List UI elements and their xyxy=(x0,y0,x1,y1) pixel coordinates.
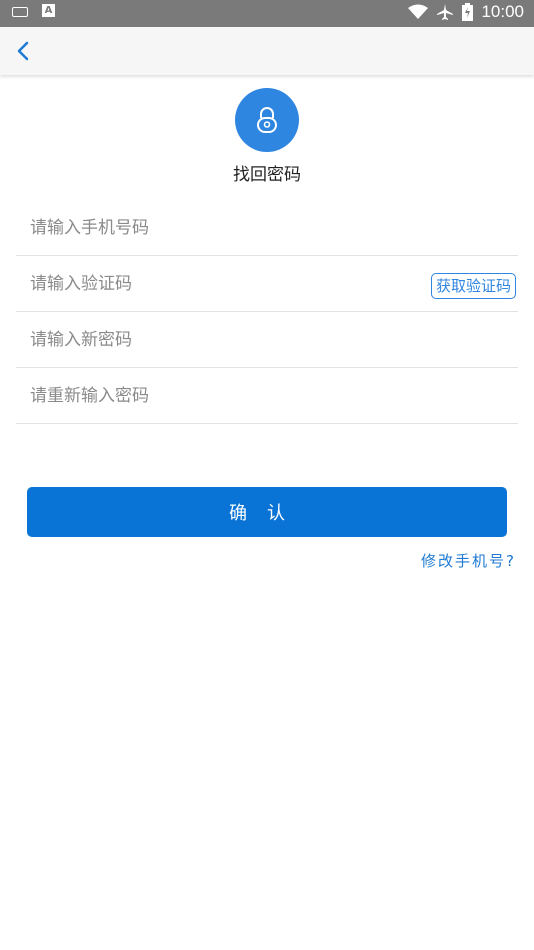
phone-row xyxy=(16,200,518,256)
keyboard-icon xyxy=(12,7,28,17)
confirm-password-input[interactable] xyxy=(28,384,412,407)
page-title: 找回密码 xyxy=(233,165,301,185)
new-password-row xyxy=(16,312,518,368)
phone-input[interactable] xyxy=(28,216,412,239)
lock-icon xyxy=(257,107,277,133)
verification-code-input[interactable] xyxy=(28,272,412,295)
new-password-input[interactable] xyxy=(28,328,412,351)
confirm-password-row xyxy=(16,368,518,424)
confirm-button[interactable]: 确认 xyxy=(27,487,507,537)
reset-password-form: 获取验证码 xyxy=(16,200,518,424)
app-bar xyxy=(0,27,534,75)
logo-badge xyxy=(235,88,299,152)
get-code-button[interactable]: 获取验证码 xyxy=(430,273,516,299)
change-phone-link[interactable]: 修改手机号? xyxy=(421,550,516,571)
battery-icon xyxy=(462,3,474,21)
airplane-icon xyxy=(437,4,454,20)
back-button[interactable] xyxy=(10,37,38,65)
status-time: 10:00 xyxy=(481,2,524,21)
chevron-left-icon xyxy=(17,41,29,61)
a-icon: A xyxy=(42,4,55,17)
code-row: 获取验证码 xyxy=(16,256,518,312)
status-bar: A 10:00 xyxy=(0,0,534,27)
wifi-icon xyxy=(408,4,429,19)
